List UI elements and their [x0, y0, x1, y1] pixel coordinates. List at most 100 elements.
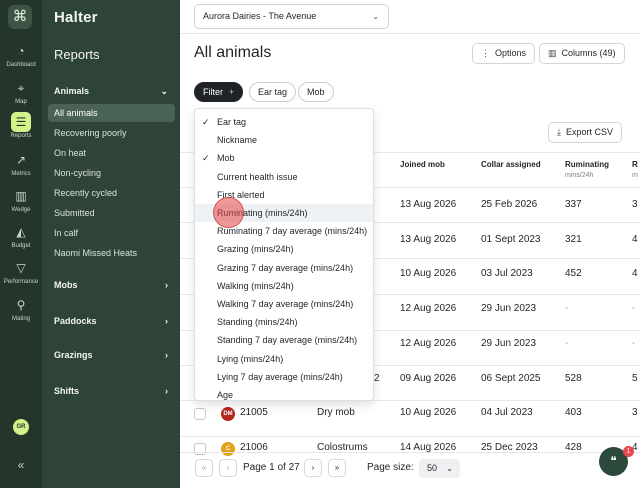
table-cell: 12 Aug 2026	[400, 338, 457, 349]
farm-select[interactable]: Aurora Dairies - The Avenue ⌄	[194, 4, 389, 29]
dropdown-option[interactable]: Standing (mins/24h)	[195, 313, 373, 331]
dropdown-option[interactable]: Age	[195, 386, 373, 400]
nav-link-submitted[interactable]: Submitted	[48, 204, 175, 222]
columns-button[interactable]: ▥ Columns (49)	[539, 43, 625, 64]
options-button[interactable]: ⋮ Options	[472, 43, 536, 64]
chip-ear-tag[interactable]: Ear tag	[249, 82, 297, 102]
table-cell: -	[565, 338, 569, 349]
column-header[interactable]: R	[632, 160, 638, 169]
column-header[interactable]: Joined mob	[400, 160, 445, 169]
dropdown-option[interactable]: Walking (mins/24h)	[195, 277, 373, 295]
chip-mob[interactable]: Mob	[298, 82, 334, 102]
next-page-button[interactable]: ›	[304, 459, 322, 477]
table-cell: 12 Aug 2026	[400, 303, 457, 314]
header-divider	[180, 33, 640, 34]
nav-link-all-animals[interactable]: All animals	[48, 104, 175, 122]
dropdown-option-label: Nickname	[217, 135, 258, 146]
dropdown-option-label: Grazing (mins/24h)	[217, 244, 294, 255]
table-cell: 29 Jun 2023	[481, 338, 537, 349]
plus-icon: +	[229, 87, 235, 97]
nav-link-recovering-poorly[interactable]: Recovering poorly	[48, 124, 175, 142]
dropdown-option[interactable]: Grazing 7 day average (mins/24h)	[195, 259, 373, 277]
rail-item-performance[interactable]: ▽ Performance	[0, 258, 42, 285]
rail-item-wedge[interactable]: ▥ Wedge	[0, 186, 42, 213]
rail-item-dashboard[interactable]: ◔ Dashboard	[0, 41, 42, 68]
page-size-value: 50	[427, 463, 438, 473]
nav-group-animals[interactable]: Animals ⌄	[54, 86, 174, 96]
rail-item-reports[interactable]: ☰ Reports	[0, 112, 42, 139]
filter-button[interactable]: Filter +	[194, 82, 244, 102]
halter-logo-icon[interactable]: ⌘	[8, 5, 32, 29]
pagination-divider	[180, 452, 640, 453]
table-cell: 452	[565, 268, 582, 279]
dropdown-option[interactable]: Grazing (mins/24h)	[195, 240, 373, 258]
export-csv-button[interactable]: ⤓ Export CSV	[548, 122, 623, 143]
nav-link-recently-cycled[interactable]: Recently cycled	[48, 184, 175, 202]
table-cell: 4	[632, 234, 638, 245]
dropdown-option[interactable]: Lying (mins/24h)	[195, 350, 373, 368]
last-page-button[interactable]: »	[328, 459, 346, 477]
icon-rail: ⌘ ◔ Dashboard ⌖ Map ☰ Reports ↗ Metrics ▥ Wedge ◭ B…	[0, 0, 42, 488]
columns-label: Columns (49)	[561, 48, 616, 58]
rail-item-mating[interactable]: ⚲ Mating	[0, 295, 42, 322]
more-vertical-icon: ⋮	[481, 48, 490, 58]
previous-page-button[interactable]: ‹	[219, 459, 237, 477]
rail-item-label: Mating	[11, 316, 30, 322]
row-checkbox[interactable]	[194, 443, 206, 455]
chevron-down-icon: ⌄	[372, 12, 379, 21]
dropdown-option[interactable]: ✓ Mob	[195, 149, 373, 167]
collapse-sidebar-icon[interactable]: «	[14, 458, 28, 472]
rail-item-budget[interactable]: ◭ Budget	[0, 222, 42, 249]
dropdown-option[interactable]: Lying 7 day average (mins/24h)	[195, 368, 373, 386]
options-label: Options	[495, 48, 527, 58]
dropdown-option[interactable]: Current health issue	[195, 168, 373, 186]
table-cell: 13 Aug 2026	[400, 234, 457, 245]
mob-cell: Dry mob	[317, 407, 355, 418]
ear-tag-cell[interactable]: 21005	[240, 407, 268, 418]
chevron-right-icon: ›	[165, 280, 168, 290]
column-header[interactable]: Collar assigned	[481, 160, 541, 169]
page-size-select[interactable]: 50 ⌄	[419, 459, 460, 478]
dropdown-option[interactable]: Nickname	[195, 131, 373, 149]
table-cell: 321	[565, 234, 582, 245]
nav-link-in-calf[interactable]: In calf	[48, 224, 175, 242]
table-cell: 09 Aug 2026	[400, 373, 457, 384]
column-header[interactable]: Ruminating	[565, 160, 609, 169]
nav-group-grazings[interactable]: Grazings ›	[54, 350, 174, 360]
page-size-label: Page size:	[367, 462, 414, 473]
page-indicator: Page 1 of 27	[243, 462, 300, 473]
rail-item-map[interactable]: ⌖ Map	[0, 78, 42, 105]
nav-link-on-heat[interactable]: On heat	[48, 144, 175, 162]
nav-link-naomi-missed-heats[interactable]: Naomi Missed Heats	[48, 244, 175, 262]
nav-group-label: Mobs	[54, 280, 78, 290]
row-checkbox[interactable]	[194, 408, 206, 420]
dropdown-option[interactable]: ✓ Ear tag	[195, 113, 373, 131]
dropdown-option[interactable]: Walking 7 day average (mins/24h)	[195, 295, 373, 313]
table-row-divider	[180, 436, 640, 437]
table-cell: 10 Aug 2026	[400, 407, 457, 418]
table-cell: 01 Sept 2023	[481, 234, 541, 245]
first-page-button[interactable]: «	[195, 459, 213, 477]
nav-group-label: Animals	[54, 86, 90, 96]
nav-group-paddocks[interactable]: Paddocks ›	[54, 316, 174, 326]
dropdown-option[interactable]: Standing 7 day average (mins/24h)	[195, 331, 373, 349]
nav-group-mobs[interactable]: Mobs ›	[54, 280, 174, 290]
brand-name: Halter	[54, 9, 98, 26]
budget-icon: ◭	[16, 225, 26, 239]
table-cell: 29 Jun 2023	[481, 303, 537, 314]
nav-group-shifts[interactable]: Shifts ›	[54, 386, 174, 396]
chevron-right-icon: ›	[165, 316, 168, 326]
export-csv-label: Export CSV	[565, 127, 614, 137]
nav-link-non-cycling[interactable]: Non-cycling	[48, 164, 175, 182]
rail-item-metrics[interactable]: ↗ Metrics	[0, 150, 42, 177]
line-chart-icon: ↗	[15, 153, 27, 167]
column-header-unit: mins/24h	[565, 172, 594, 179]
dropdown-option-label: Lying 7 day average (mins/24h)	[217, 371, 343, 382]
dropdown-option-label: Age	[217, 390, 234, 400]
user-avatar[interactable]: GR	[13, 419, 29, 435]
dropdown-option-label: Ear tag	[217, 117, 247, 127]
table-cell: 528	[565, 373, 582, 384]
dropdown-option-label: Standing 7 day average (mins/24h)	[217, 335, 358, 346]
table-cell: 2	[374, 373, 380, 384]
chevron-right-icon: ›	[165, 350, 168, 360]
